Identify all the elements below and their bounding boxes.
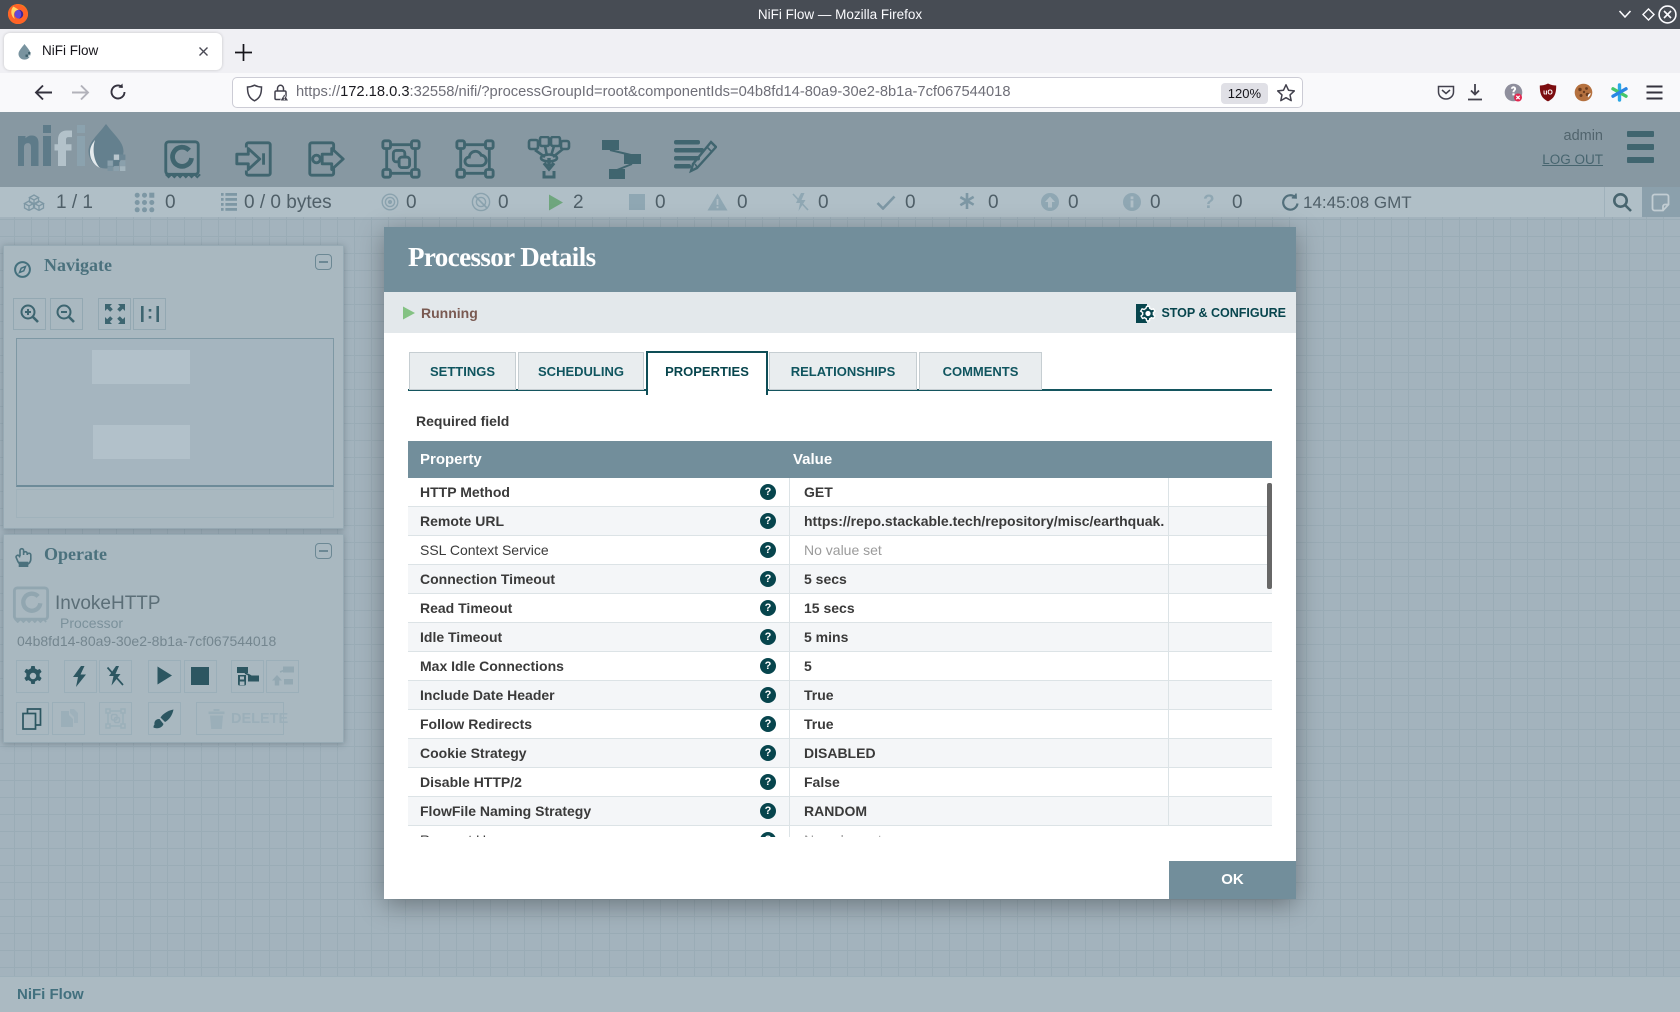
svg-text:uO: uO [1543,90,1553,97]
